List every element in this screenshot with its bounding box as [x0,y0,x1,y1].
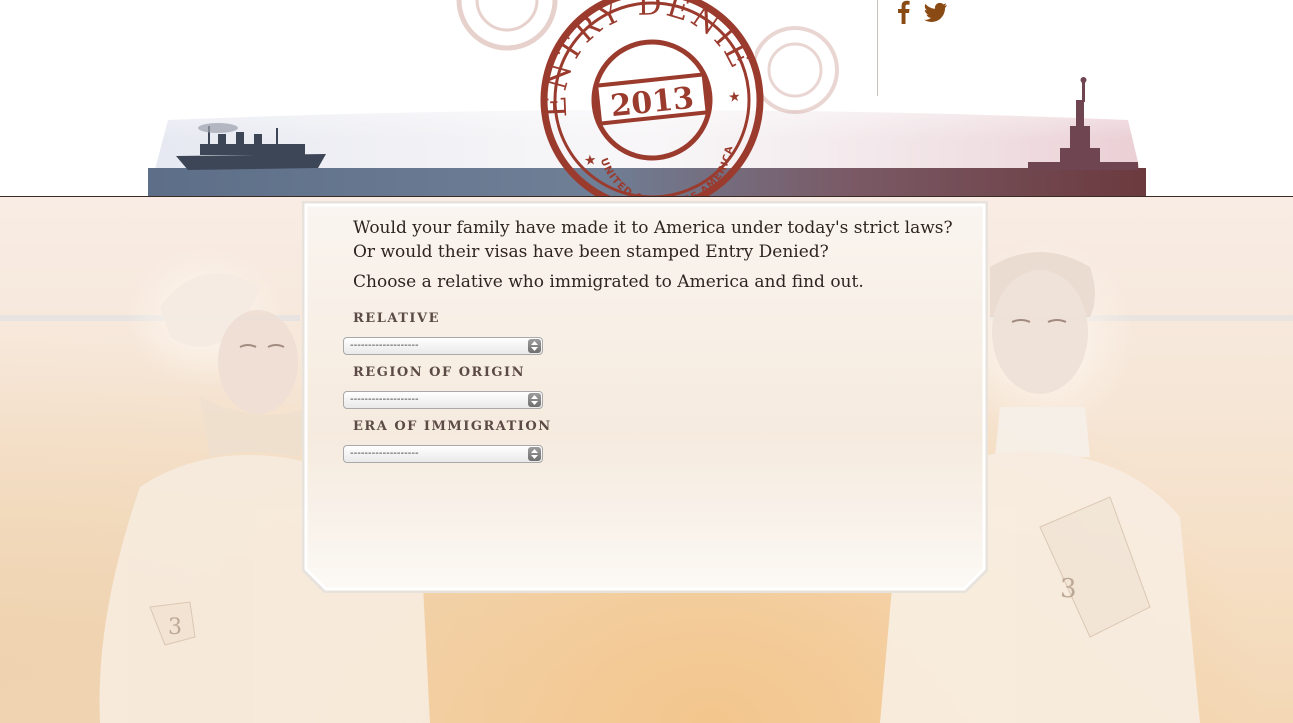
region-of-origin-select[interactable]: ------------------- [343,391,543,409]
stamp-bottom-text: UNITED STATES OF AMERICA [597,143,741,197]
intro-question-2: Or would their visas have been stamped E… [353,242,829,262]
relative-label: RELATIVE [353,311,440,326]
region-of-origin-label: REGION OF ORIGIN [353,365,525,380]
intro-instruction: Choose a relative who immigrated to Amer… [353,272,864,292]
star-icon: ★ [583,152,597,169]
relative-select-value: ------------------- [350,340,419,351]
entry-denied-stamp: ENTRY DENIED 2013 UNITED STATES OF AMERI… [538,0,764,197]
select-arrows-icon [528,447,541,461]
svg-text:3: 3 [1060,574,1077,604]
select-arrows-icon [528,339,541,353]
era-of-immigration-select[interactable]: ------------------- [343,445,543,463]
region-select-value: ------------------- [350,394,419,405]
twitter-link[interactable] [924,2,948,23]
stamp-year: 2013 [609,81,696,125]
facebook-link[interactable] [895,0,911,25]
intro-text: Would your family have made it to Americ… [353,216,983,294]
faint-stamp-right [755,26,839,114]
site-header: ENTRY DENIED 2013 UNITED STATES OF AMERI… [0,0,1293,197]
svg-text:3: 3 [168,615,182,640]
intro-question-1: Would your family have made it to Americ… [353,218,953,238]
star-icon: ★ [727,89,741,106]
era-of-immigration-label: ERA OF IMMIGRATION [353,419,552,434]
twitter-icon [924,2,947,23]
facebook-icon [898,0,910,25]
relative-select[interactable]: ------------------- [343,337,543,355]
quiz-panel: Would your family have made it to Americ… [300,199,990,595]
select-arrows-icon [528,393,541,407]
era-select-value: ------------------- [350,448,419,459]
social-divider [877,0,878,96]
